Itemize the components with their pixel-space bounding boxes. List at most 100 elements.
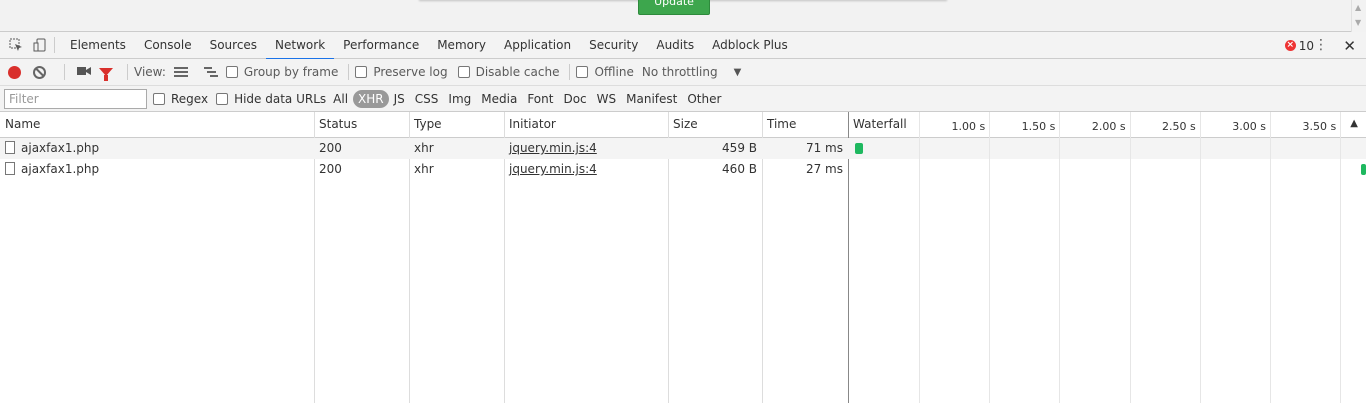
filter-type-ws[interactable]: WS <box>592 90 621 108</box>
tab-elements[interactable]: Elements <box>61 32 135 59</box>
filter-type-all[interactable]: All <box>328 90 353 108</box>
table-row[interactable]: ajaxfax1.php 200 xhr jquery.min.js:4 460 B 27… <box>0 159 1366 180</box>
tree-view-icon[interactable] <box>203 67 218 77</box>
initiator-link[interactable]: jquery.min.js:4 <box>509 141 597 155</box>
cell-initiator[interactable]: jquery.min.js:4 <box>504 159 668 180</box>
checkbox-box[interactable] <box>576 66 589 78</box>
waterfall-tick-label: 3.00 s <box>1232 120 1266 133</box>
cell-text: 27 ms <box>805 162 843 176</box>
requests-table: Name Status Type Initiator Size Time Wat… <box>0 112 1366 403</box>
filter-type-doc[interactable]: Doc <box>558 90 591 108</box>
filter-input[interactable] <box>4 88 147 109</box>
offline-checkbox[interactable]: Offline <box>576 65 634 79</box>
filter-type-img[interactable]: Img <box>443 90 476 108</box>
initiator-link[interactable]: jquery.min.js:4 <box>509 162 597 176</box>
tab-adblock-plus[interactable]: Adblock Plus <box>703 32 797 59</box>
device-toolbar-icon[interactable] <box>32 37 48 53</box>
cell-text: ajaxfax1.php <box>21 162 100 176</box>
regex-label: Regex <box>171 91 209 106</box>
more-options-icon[interactable]: ⋮ <box>1314 38 1328 52</box>
filter-type-js[interactable]: JS <box>389 90 410 108</box>
record-icon[interactable] <box>8 65 21 79</box>
file-icon <box>5 162 15 175</box>
scroll-up-icon[interactable]: ▲ <box>1355 3 1361 12</box>
clear-icon[interactable] <box>33 65 46 79</box>
tab-sources[interactable]: Sources <box>201 32 266 59</box>
checkbox-box[interactable] <box>153 92 165 105</box>
waterfall-tick-label: 2.00 s <box>1091 120 1126 133</box>
tab-performance[interactable]: Performance <box>334 32 428 59</box>
cell-text: xhr <box>414 162 434 176</box>
cell-text: xhr <box>414 141 434 155</box>
page-viewport: Update ▲ ▼ <box>0 0 1366 32</box>
tab-network[interactable]: Network <box>266 32 335 60</box>
tab-security[interactable]: Security <box>580 32 647 59</box>
page-update-button[interactable]: Update <box>638 0 710 15</box>
column-status[interactable]: Status <box>314 112 357 138</box>
cell-text: 200 <box>319 141 342 155</box>
throttling-select[interactable]: No throttling <box>642 65 718 79</box>
error-count: 10 <box>1298 38 1314 53</box>
group-by-frame-label: Group by frame <box>243 65 339 79</box>
cell-text: 71 ms <box>805 141 843 155</box>
cell-time: 71 ms <box>762 138 848 159</box>
cell-initiator[interactable]: jquery.min.js:4 <box>504 138 668 159</box>
error-counter[interactable]: × 10 <box>1284 32 1314 59</box>
tab-memory[interactable]: Memory <box>428 32 495 59</box>
column-time[interactable]: Time <box>762 112 796 138</box>
page-scrollbar[interactable]: ▲ ▼ <box>1351 0 1366 32</box>
tab-audits[interactable]: Audits <box>647 32 703 59</box>
devtools-tabbar: Elements Console Sources Network Performance… <box>0 32 1366 60</box>
column-size[interactable]: Size <box>668 112 698 138</box>
hide-data-urls-label: Hide data URLs <box>234 91 327 106</box>
waterfall-bar <box>855 143 863 154</box>
filter-type-media[interactable]: Media <box>476 90 522 108</box>
column-name[interactable]: Name <box>0 112 40 138</box>
cell-name: ajaxfax1.php <box>0 138 314 159</box>
checkbox-box[interactable] <box>355 66 368 78</box>
checkbox-box[interactable] <box>225 66 238 78</box>
filter-type-other[interactable]: Other <box>682 90 726 108</box>
tab-application[interactable]: Application <box>495 32 580 59</box>
tab-console[interactable]: Console <box>135 32 201 59</box>
cell-size: 460 B <box>668 159 762 180</box>
inspect-element-icon[interactable] <box>8 37 24 53</box>
preserve-log-checkbox[interactable]: Preserve log <box>355 65 448 79</box>
column-type[interactable]: Type <box>409 112 442 138</box>
column-waterfall[interactable]: Waterfall <box>848 112 907 138</box>
waterfall-gridline <box>989 112 991 403</box>
scroll-down-icon[interactable]: ▼ <box>1355 18 1361 27</box>
filter-funnel-icon[interactable] <box>99 68 113 81</box>
table-row[interactable]: ajaxfax1.php 200 xhr jquery.min.js:4 459 B 71… <box>0 138 1366 159</box>
checkbox-box[interactable] <box>457 66 470 78</box>
list-view-icon[interactable] <box>173 67 188 77</box>
checkbox-box[interactable] <box>216 92 229 105</box>
filter-type-xhr[interactable]: XHR <box>353 89 389 108</box>
cell-status: 200 <box>314 159 409 180</box>
preserve-log-label: Preserve log <box>373 65 448 79</box>
cell-type: xhr <box>409 138 504 159</box>
waterfall-tick-label: 3.50 s <box>1302 120 1337 133</box>
filter-bar: Regex Hide data URLs AllXHRJSCSSImgMedia… <box>0 86 1366 112</box>
group-by-frame-checkbox[interactable]: Group by frame <box>225 65 339 79</box>
filter-type-manifest[interactable]: Manifest <box>621 90 682 108</box>
filter-type-css[interactable]: CSS <box>410 90 444 108</box>
screenshot-camera-icon[interactable] <box>77 65 91 79</box>
regex-checkbox[interactable]: Regex <box>153 92 208 106</box>
hide-data-urls-checkbox[interactable]: Hide data URLs <box>216 92 326 106</box>
cell-status: 200 <box>314 138 409 159</box>
column-initiator[interactable]: Initiator <box>504 112 556 138</box>
waterfall-gridline <box>1199 112 1201 403</box>
filter-type-font[interactable]: Font <box>522 90 558 108</box>
disable-cache-checkbox[interactable]: Disable cache <box>457 65 559 79</box>
waterfall-bar <box>1361 164 1366 175</box>
tab-separator <box>54 37 55 53</box>
sort-ascending-icon[interactable]: ▲ <box>1350 118 1358 129</box>
toolbar-separator <box>569 64 571 80</box>
close-devtools-icon[interactable]: ✕ <box>1343 37 1356 55</box>
cell-size: 459 B <box>668 138 762 159</box>
cell-text: 200 <box>319 162 342 176</box>
cell-name: ajaxfax1.php <box>0 159 314 180</box>
waterfall-gridline <box>919 112 920 403</box>
throttling-dropdown-icon[interactable]: ▼ <box>734 67 742 78</box>
